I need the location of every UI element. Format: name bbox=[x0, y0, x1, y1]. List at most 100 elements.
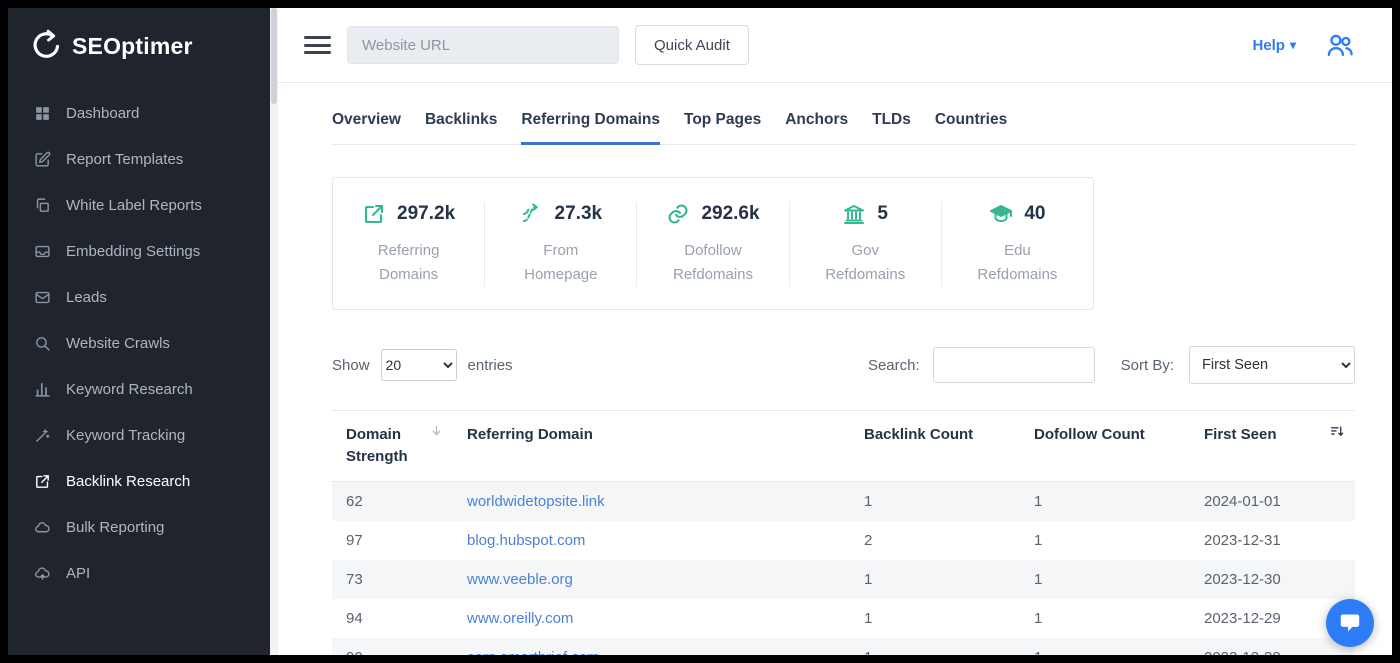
chat-bubble-icon bbox=[1338, 611, 1362, 635]
sidebar-item-report-templates[interactable]: Report Templates bbox=[8, 136, 270, 182]
stat-label-line2: Domains bbox=[378, 263, 440, 287]
chain-link-icon bbox=[666, 202, 690, 226]
tab-tlds[interactable]: TLDs bbox=[872, 105, 911, 145]
sidebar-item-keyword-research[interactable]: Keyword Research bbox=[8, 366, 270, 412]
brand-name: SEOptimer bbox=[72, 33, 193, 60]
help-label: Help bbox=[1252, 37, 1285, 54]
magnifier-icon bbox=[34, 335, 51, 352]
referring-domains-table: Domain Strength Referring Domain Backlin… bbox=[332, 410, 1355, 655]
cell-first-seen: 2023-12-28 bbox=[1190, 638, 1355, 656]
search-input[interactable] bbox=[933, 347, 1095, 383]
tab-backlinks[interactable]: Backlinks bbox=[425, 105, 497, 145]
chat-widget-button[interactable] bbox=[1326, 599, 1374, 647]
sort-amount-icon[interactable] bbox=[1329, 424, 1345, 439]
cell-dofollow-count: 1 bbox=[1020, 521, 1190, 560]
sidebar-item-label: Leads bbox=[66, 289, 107, 306]
sidebar-item-website-crawls[interactable]: Website Crawls bbox=[8, 320, 270, 366]
external-link-icon bbox=[362, 202, 386, 226]
stat-label-line1: Dofollow bbox=[673, 239, 753, 263]
entries-select[interactable]: 20 bbox=[381, 349, 457, 381]
header-domain-strength[interactable]: Domain Strength bbox=[332, 411, 453, 482]
user-account-icon[interactable] bbox=[1324, 31, 1356, 59]
table-row: 62 worldwidetopsite.link 1 1 2024-01-01 bbox=[332, 481, 1355, 521]
sidebar-item-label: Keyword Tracking bbox=[66, 427, 185, 444]
sort-group: Sort By: First Seen bbox=[1121, 346, 1355, 384]
sidebar-item-keyword-tracking[interactable]: Keyword Tracking bbox=[8, 412, 270, 458]
tab-countries[interactable]: Countries bbox=[935, 105, 1007, 145]
website-url-input[interactable] bbox=[347, 26, 619, 64]
sidebar-item-bulk-reporting[interactable]: Bulk Reporting bbox=[8, 504, 270, 550]
domain-link[interactable]: corp.smartbrief.com bbox=[467, 649, 600, 656]
domain-link[interactable]: www.veeble.org bbox=[467, 571, 573, 588]
header-first-seen[interactable]: First Seen bbox=[1190, 411, 1355, 482]
seoptimer-logo-icon bbox=[26, 28, 62, 64]
tab-top-pages[interactable]: Top Pages bbox=[684, 105, 761, 145]
cell-referring-domain: corp.smartbrief.com bbox=[453, 638, 850, 656]
help-menu[interactable]: Help ▾ bbox=[1252, 37, 1296, 54]
main-area: Quick Audit Help ▾ Overview Backlinks Re… bbox=[278, 8, 1392, 655]
header-referring-domain[interactable]: Referring Domain bbox=[453, 411, 850, 482]
cell-backlink-count: 2 bbox=[850, 521, 1020, 560]
stat-gov-refdomains: 5 Gov Refdomains bbox=[790, 202, 942, 287]
tab-referring-domains[interactable]: Referring Domains bbox=[521, 105, 660, 145]
stat-label-line2: Refdomains bbox=[977, 263, 1057, 287]
cell-domain-strength: 90 bbox=[332, 638, 453, 656]
homepage-links-icon bbox=[520, 202, 544, 226]
search-group: Search: bbox=[868, 347, 1095, 383]
stat-edu-refdomains: 40 Edu Refdomains bbox=[942, 202, 1093, 287]
hamburger-menu-icon[interactable] bbox=[304, 30, 331, 61]
cell-first-seen: 2023-12-31 bbox=[1190, 521, 1355, 560]
sidebar-item-api[interactable]: API bbox=[8, 550, 270, 596]
graduation-cap-icon bbox=[989, 202, 1013, 226]
header-dofollow-count[interactable]: Dofollow Count bbox=[1020, 411, 1190, 482]
cell-domain-strength: 73 bbox=[332, 560, 453, 599]
show-entries-group: Show 20 entries bbox=[332, 349, 513, 381]
cell-backlink-count: 1 bbox=[850, 599, 1020, 638]
bar-chart-icon bbox=[34, 381, 51, 398]
table-row: 90 corp.smartbrief.com 1 1 2023-12-28 bbox=[332, 638, 1355, 656]
domain-link[interactable]: worldwidetopsite.link bbox=[467, 493, 605, 510]
cell-dofollow-count: 1 bbox=[1020, 638, 1190, 656]
sidebar-item-label: API bbox=[66, 565, 90, 582]
tab-overview[interactable]: Overview bbox=[332, 105, 401, 145]
refdomain-stats-card: 297.2k Referring Domains 27.3k bbox=[332, 177, 1094, 310]
header-backlink-count[interactable]: Backlink Count bbox=[850, 411, 1020, 482]
bank-icon bbox=[842, 202, 866, 226]
cell-referring-domain: worldwidetopsite.link bbox=[453, 481, 850, 521]
domain-link[interactable]: www.oreilly.com bbox=[467, 610, 573, 627]
stat-label-line2: Homepage bbox=[524, 263, 597, 287]
sidebar-scrollbar[interactable] bbox=[270, 8, 278, 655]
stat-label-line1: Gov bbox=[825, 239, 905, 263]
sidebar-item-label: Keyword Research bbox=[66, 381, 193, 398]
cell-dofollow-count: 1 bbox=[1020, 560, 1190, 599]
domain-link[interactable]: blog.hubspot.com bbox=[467, 532, 585, 549]
sidebar-item-white-label-reports[interactable]: White Label Reports bbox=[8, 182, 270, 228]
sidebar-item-dashboard[interactable]: Dashboard bbox=[8, 90, 270, 136]
cell-domain-strength: 94 bbox=[332, 599, 453, 638]
sidebar-item-embedding-settings[interactable]: Embedding Settings bbox=[8, 228, 270, 274]
sidebar-item-label: Website Crawls bbox=[66, 335, 170, 352]
cell-dofollow-count: 1 bbox=[1020, 599, 1190, 638]
cell-domain-strength: 62 bbox=[332, 481, 453, 521]
quick-audit-button[interactable]: Quick Audit bbox=[635, 25, 749, 65]
inbox-icon bbox=[34, 243, 51, 260]
cell-first-seen: 2024-01-01 bbox=[1190, 481, 1355, 521]
tab-anchors[interactable]: Anchors bbox=[785, 105, 848, 145]
sort-down-arrow-icon[interactable] bbox=[430, 424, 443, 438]
external-link-icon bbox=[34, 473, 51, 490]
stat-dofollow-refdomains: 292.6k Dofollow Refdomains bbox=[637, 202, 789, 287]
sidebar-item-backlink-research[interactable]: Backlink Research bbox=[8, 458, 270, 504]
topbar-right: Help ▾ bbox=[1252, 31, 1356, 59]
sidebar-item-label: Bulk Reporting bbox=[66, 519, 164, 536]
sort-by-select[interactable]: First Seen bbox=[1189, 346, 1355, 384]
stat-label-line2: Refdomains bbox=[825, 263, 905, 287]
scrollbar-thumb[interactable] bbox=[271, 8, 277, 104]
cell-dofollow-count: 1 bbox=[1020, 481, 1190, 521]
table-header-row: Domain Strength Referring Domain Backlin… bbox=[332, 411, 1355, 482]
wand-icon bbox=[34, 427, 51, 444]
stat-label-line1: Edu bbox=[977, 239, 1057, 263]
brand-logo[interactable]: SEOptimer bbox=[8, 8, 270, 84]
stat-value: 40 bbox=[1024, 203, 1045, 225]
search-label: Search: bbox=[868, 357, 920, 374]
sidebar-item-leads[interactable]: Leads bbox=[8, 274, 270, 320]
